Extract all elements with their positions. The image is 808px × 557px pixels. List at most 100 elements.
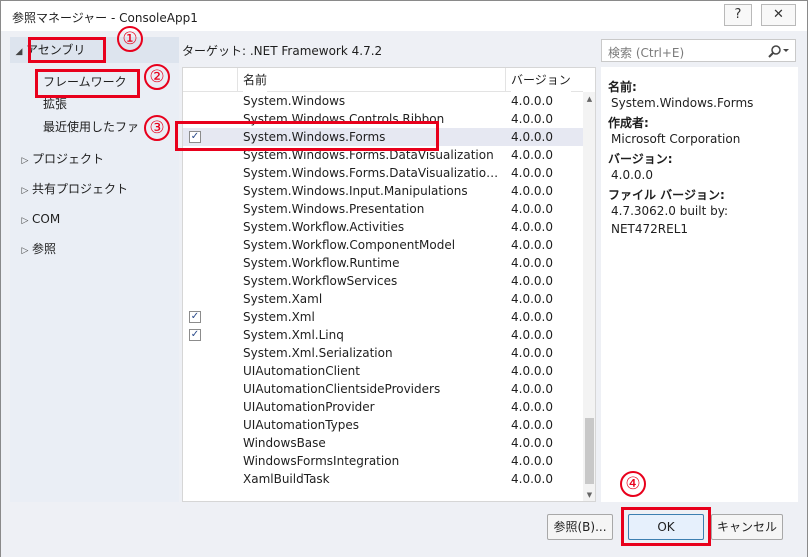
collapse-triangle-icon: ▷ <box>21 186 29 196</box>
row-version: 4.0.0.0 <box>511 94 553 108</box>
row-version: 4.0.0.0 <box>511 472 553 486</box>
table-row[interactable]: System.Workflow.Activities 4.0.0.0 <box>183 218 583 236</box>
table-row[interactable]: System.WorkflowServices 4.0.0.0 <box>183 272 583 290</box>
sidebar-item-shared-projects[interactable]: ▷ 共有プロジェクト <box>18 180 128 198</box>
row-name: WindowsFormsIntegration <box>243 454 400 468</box>
row-name: System.Xml <box>243 310 315 324</box>
table-row[interactable]: System.Windows.Forms.DataVisualizatio… 4.… <box>183 164 583 182</box>
table-row[interactable]: UIAutomationTypes 4.0.0.0 <box>183 416 583 434</box>
row-name: System.Workflow.ComponentModel <box>243 238 456 252</box>
table-row[interactable]: WindowsBase 4.0.0.0 <box>183 434 583 452</box>
row-version: 4.0.0.0 <box>511 112 553 126</box>
table-row[interactable]: UIAutomationClientsideProviders 4.0.0.0 <box>183 380 583 398</box>
sidebar-item-browse[interactable]: ▷ 参照 <box>18 240 56 258</box>
row-version: 4.0.0.0 <box>511 310 553 324</box>
sidebar-item-label: 共有プロジェクト <box>32 182 129 196</box>
detail-file-version-value-2: NET472REL1 <box>611 222 689 236</box>
table-row[interactable]: WindowsFormsIntegration 4.0.0.0 <box>183 452 583 470</box>
row-name: System.Windows.Presentation <box>243 202 425 216</box>
browse-button[interactable]: 参照(B)... <box>547 514 613 540</box>
annotation-number-1: ① <box>117 26 143 52</box>
search-box[interactable]: 検索 (Ctrl+E) <box>601 39 796 62</box>
row-name: System.Workflow.Activities <box>243 220 405 234</box>
scroll-up-arrow-icon[interactable]: ▲ <box>583 92 595 106</box>
close-button[interactable]: ✕ <box>761 4 796 26</box>
table-row[interactable]: System.Windows.Presentation 4.0.0.0 <box>183 200 583 218</box>
vertical-scrollbar[interactable]: ▲ ▼ <box>583 92 595 501</box>
row-name: WindowsBase <box>243 436 326 450</box>
row-name: System.Windows <box>243 94 346 108</box>
column-header-version[interactable]: バージョン <box>511 68 571 92</box>
table-row[interactable]: ✓ System.Xml.Linq 4.0.0.0 <box>183 326 583 344</box>
detail-author-label: 作成者: <box>608 116 649 130</box>
row-version: 4.0.0.0 <box>511 346 553 360</box>
column-separator <box>237 68 238 92</box>
detail-version-value: 4.0.0.0 <box>611 168 653 182</box>
sidebar-item-label: COM <box>32 212 61 226</box>
row-name: System.Xml.Serialization <box>243 346 393 360</box>
title-bar: 参照マネージャー - ConsoleApp1 ? ✕ <box>1 1 807 31</box>
table-row[interactable]: ✓ System.Xml 4.0.0.0 <box>183 308 583 326</box>
row-version: 4.0.0.0 <box>511 220 553 234</box>
row-version: 4.0.0.0 <box>511 382 553 396</box>
row-version: 4.0.0.0 <box>511 328 553 342</box>
sidebar-item-label: 参照 <box>32 242 57 256</box>
sidebar-item-com[interactable]: ▷ COM <box>18 210 61 228</box>
row-version: 4.0.0.0 <box>511 148 553 162</box>
annotation-number-4: ④ <box>620 471 646 497</box>
row-version: 4.0.0.0 <box>511 166 553 180</box>
expand-triangle-icon: ◢ <box>15 47 23 57</box>
row-name: System.Windows.Input.Manipulations <box>243 184 468 198</box>
detail-author-value: Microsoft Corporation <box>611 132 741 146</box>
highlight-box-framework <box>35 69 140 98</box>
table-row[interactable]: UIAutomationProvider 4.0.0.0 <box>183 398 583 416</box>
row-name: System.WorkflowServices <box>243 274 398 288</box>
row-version: 4.0.0.0 <box>511 238 553 252</box>
table-row[interactable]: System.Xml.Serialization 4.0.0.0 <box>183 344 583 362</box>
scroll-thumb[interactable] <box>585 418 594 484</box>
sidebar-item-label: プロジェクト <box>32 152 105 166</box>
target-framework-label: ターゲット: .NET Framework 4.7.2 <box>182 44 383 58</box>
row-name: UIAutomationClientsideProviders <box>243 382 441 396</box>
table-row[interactable]: System.Workflow.ComponentModel 4.0.0.0 <box>183 236 583 254</box>
row-name: UIAutomationTypes <box>243 418 360 432</box>
column-separator <box>505 68 506 92</box>
table-row[interactable]: System.Windows.Input.Manipulations 4.0.0.… <box>183 182 583 200</box>
search-icon[interactable] <box>766 43 790 59</box>
highlight-box-row <box>175 121 439 151</box>
detail-file-version-value: 4.7.3062.0 built by: <box>611 204 728 218</box>
collapse-triangle-icon: ▷ <box>21 246 29 256</box>
row-version: 4.0.0.0 <box>511 418 553 432</box>
cancel-button[interactable]: キャンセル <box>711 514 783 540</box>
highlight-box-assemblies <box>28 37 106 63</box>
collapse-triangle-icon: ▷ <box>21 156 29 166</box>
details-panel: 名前: System.Windows.Forms 作成者: Microsoft … <box>601 67 798 502</box>
reference-manager-window: 参照マネージャー - ConsoleApp1 ? ✕ ◢ アセンブリ フレームワー… <box>0 0 808 557</box>
row-version: 4.0.0.0 <box>511 292 553 306</box>
row-version: 4.0.0.0 <box>511 436 553 450</box>
detail-version-label: バージョン: <box>608 152 673 166</box>
scroll-down-arrow-icon[interactable]: ▼ <box>583 488 595 501</box>
help-button[interactable]: ? <box>724 4 752 26</box>
row-version: 4.0.0.0 <box>511 130 553 144</box>
checkbox-checked-icon[interactable]: ✓ <box>189 311 201 323</box>
table-row[interactable]: System.Windows 4.0.0.0 <box>183 92 583 110</box>
annotation-number-2: ② <box>144 64 170 90</box>
detail-file-version-label: ファイル バージョン: <box>608 188 725 202</box>
row-version: 4.0.0.0 <box>511 274 553 288</box>
table-row[interactable]: XamlBuildTask 4.0.0.0 <box>183 470 583 488</box>
sidebar-item-projects[interactable]: ▷ プロジェクト <box>18 150 104 168</box>
table-row[interactable]: System.Xaml 4.0.0.0 <box>183 290 583 308</box>
table-row[interactable]: UIAutomationClient 4.0.0.0 <box>183 362 583 380</box>
sidebar-item-recent[interactable]: 最近使用したファ <box>43 118 139 136</box>
search-input[interactable]: 検索 (Ctrl+E) <box>608 44 684 61</box>
column-header-name[interactable]: 名前 <box>243 68 268 92</box>
row-name: XamlBuildTask <box>243 472 330 486</box>
row-name: System.Windows.Forms.DataVisualizatio… <box>243 166 499 180</box>
row-name: System.Xaml <box>243 292 323 306</box>
table-row[interactable]: System.Workflow.Runtime 4.0.0.0 <box>183 254 583 272</box>
row-version: 4.0.0.0 <box>511 202 553 216</box>
checkbox-checked-icon[interactable]: ✓ <box>189 329 201 341</box>
annotation-number-3: ③ <box>144 115 170 141</box>
row-version: 4.0.0.0 <box>511 364 553 378</box>
